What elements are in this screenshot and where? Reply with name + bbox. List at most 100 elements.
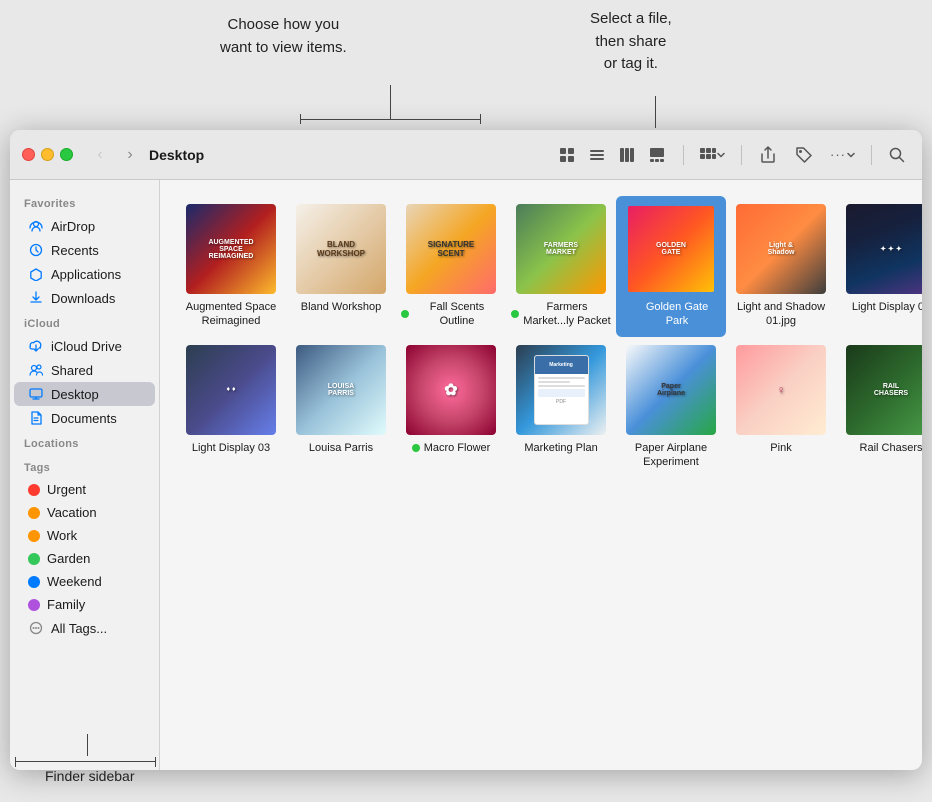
view-list-button[interactable]: [583, 142, 611, 168]
sidebar-item-shared[interactable]: Shared: [14, 358, 155, 382]
family-dot: [28, 599, 40, 611]
file-item-rail[interactable]: RAILCHASERS Rail Chasers: [836, 337, 922, 478]
main-content: Favorites AirDrop Recents Applications: [10, 180, 922, 770]
maximize-button[interactable]: [60, 148, 73, 161]
recents-label: Recents: [51, 243, 99, 258]
icloud-drive-icon: [28, 338, 44, 354]
macro-thumbnail: ✿: [406, 345, 496, 435]
paper-thumbnail: PaperAirplane: [626, 345, 716, 435]
sidebar-item-weekend[interactable]: Weekend: [14, 570, 155, 593]
forward-button[interactable]: ›: [119, 144, 141, 166]
sidebar-item-garden[interactable]: Garden: [14, 547, 155, 570]
sidebar-item-documents[interactable]: Documents: [14, 406, 155, 430]
locations-label: Locations: [10, 430, 159, 454]
favorites-label: Favorites: [10, 190, 159, 214]
file-item-lightdisplay03[interactable]: ♦ ♦ Light Display 03: [176, 337, 286, 478]
icloud-drive-label: iCloud Drive: [51, 339, 122, 354]
golden-label: Golden Gate Park: [633, 300, 721, 329]
paper-label: Paper Airplane Experiment: [621, 441, 721, 470]
traffic-lights: [22, 148, 73, 161]
sidebar-item-family[interactable]: Family: [14, 593, 155, 616]
file-item-golden[interactable]: GOLDENGATE Golden Gate Park: [616, 196, 726, 337]
sidebar-item-desktop[interactable]: Desktop: [14, 382, 155, 406]
sidebar: Favorites AirDrop Recents Applications: [10, 180, 160, 770]
tag-button[interactable]: [790, 142, 818, 168]
toolbar-divider-3: [871, 145, 872, 165]
view-gallery-button[interactable]: [643, 142, 671, 168]
sidebar-item-all-tags[interactable]: All Tags...: [14, 616, 155, 640]
documents-icon: [28, 410, 44, 426]
tags-label: Tags: [10, 454, 159, 478]
lightdisplay01-label: Light Display 01: [852, 300, 922, 314]
share-button[interactable]: [754, 142, 782, 168]
file-grid: AUGMENTEDSPACEREIMAGINED Augmented Space…: [160, 180, 922, 770]
all-tags-icon: [28, 620, 44, 636]
close-button[interactable]: [22, 148, 35, 161]
sidebar-callout-text: Finder sidebar: [45, 768, 135, 784]
lightandshadow-thumbnail: Light &Shadow: [736, 204, 826, 294]
lightandshadow-label: Light and Shadow 01.jpg: [731, 300, 831, 329]
file-item-augmented[interactable]: AUGMENTEDSPACEREIMAGINED Augmented Space…: [176, 196, 286, 337]
pink-label: Pink: [770, 441, 791, 455]
bland-thumbnail: BLANDWORKSHOP: [296, 204, 386, 294]
file-item-lightandshadow[interactable]: Light &Shadow Light and Shadow 01.jpg: [726, 196, 836, 337]
sidebar-item-urgent[interactable]: Urgent: [14, 478, 155, 501]
file-item-lightdisplay01[interactable]: ✦ ✦ ✦ Light Display 01: [836, 196, 922, 337]
file-item-louisa[interactable]: LOUISAPARRIS Louisa Parris: [286, 337, 396, 478]
garden-label: Garden: [47, 551, 90, 566]
work-dot: [28, 530, 40, 542]
macro-label: Macro Flower: [424, 441, 491, 455]
sidebar-item-applications[interactable]: Applications: [14, 262, 155, 286]
lightdisplay01-thumbnail: ✦ ✦ ✦: [846, 204, 922, 294]
back-button[interactable]: ‹: [89, 144, 111, 166]
file-item-paper[interactable]: PaperAirplane Paper Airplane Experiment: [616, 337, 726, 478]
file-item-bland[interactable]: BLANDWORKSHOP Bland Workshop: [286, 196, 396, 337]
search-button[interactable]: [884, 142, 910, 168]
toolbar-divider-2: [741, 145, 742, 165]
documents-label: Documents: [51, 411, 117, 426]
file-item-marketing[interactable]: Marketing PDF Marketing Plan: [506, 337, 616, 478]
sidebar-item-work[interactable]: Work: [14, 524, 155, 547]
golden-dot: [621, 310, 629, 318]
augmented-thumbnail: AUGMENTEDSPACEREIMAGINED: [186, 204, 276, 294]
view-icon-button[interactable]: [553, 142, 581, 168]
file-item-fall[interactable]: SIGNATURESCENT Fall Scents Outline: [396, 196, 506, 337]
minimize-button[interactable]: [41, 148, 54, 161]
view-callout-right-tick: [480, 114, 481, 124]
sidebar-item-downloads[interactable]: Downloads: [14, 286, 155, 310]
view-callout-hline: [300, 119, 480, 120]
urgent-label: Urgent: [47, 482, 86, 497]
view-buttons-group: [553, 142, 671, 168]
sidebar-item-vacation[interactable]: Vacation: [14, 501, 155, 524]
downloads-icon: [28, 290, 44, 306]
garden-dot: [28, 553, 40, 565]
file-item-farmers[interactable]: FARMERSMARKET Farmers Market...ly Packet: [506, 196, 616, 337]
file-item-pink[interactable]: ♀ Pink: [726, 337, 836, 478]
lightdisplay03-thumbnail: ♦ ♦: [186, 345, 276, 435]
marketing-thumbnail: Marketing PDF: [516, 345, 606, 435]
fall-dot: [401, 310, 409, 318]
farmers-dot: [511, 310, 519, 318]
family-label: Family: [47, 597, 85, 612]
file-item-macro[interactable]: ✿ Macro Flower: [396, 337, 506, 478]
farmers-thumbnail: FARMERSMARKET: [516, 204, 606, 294]
sidebar-item-recents[interactable]: Recents: [14, 238, 155, 262]
view-callout-text: Choose how you want to view items.: [220, 14, 347, 59]
urgent-dot: [28, 484, 40, 496]
group-button[interactable]: [696, 145, 729, 165]
work-label: Work: [47, 528, 77, 543]
airdrop-icon: [28, 218, 44, 234]
weekend-label: Weekend: [47, 574, 102, 589]
fall-label: Fall Scents Outline: [413, 300, 501, 329]
finder-window: ‹ › Desktop: [10, 130, 922, 770]
sidebar-item-icloud-drive[interactable]: iCloud Drive: [14, 334, 155, 358]
more-button[interactable]: ···: [826, 145, 859, 164]
recents-icon: [28, 242, 44, 258]
all-tags-label: All Tags...: [51, 621, 107, 636]
path-title: Desktop: [149, 147, 204, 163]
weekend-dot: [28, 576, 40, 588]
share-callout-text: Select a file, then share or tag it.: [590, 8, 672, 76]
sidebar-item-airdrop[interactable]: AirDrop: [14, 214, 155, 238]
view-columns-button[interactable]: [613, 142, 641, 168]
icloud-label: iCloud: [10, 310, 159, 334]
